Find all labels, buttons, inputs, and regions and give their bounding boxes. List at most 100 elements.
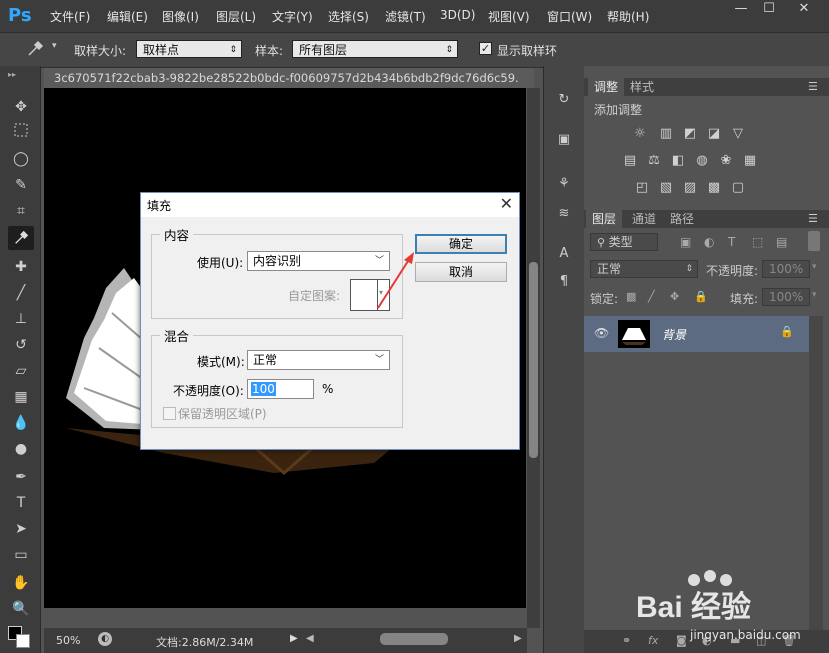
tab-paths[interactable]: 路径 xyxy=(664,210,700,228)
chevron-down-icon[interactable]: ▾ xyxy=(812,290,817,300)
maximize-button[interactable]: ☐ xyxy=(756,0,782,20)
menu-3d[interactable]: 3D(D) xyxy=(440,8,475,22)
curves-icon[interactable]: ◩ xyxy=(682,126,698,142)
exposure-icon[interactable]: ◪ xyxy=(706,126,722,142)
hand-tool-icon[interactable]: ✋ xyxy=(10,572,32,594)
move-tool-icon[interactable]: ✥ xyxy=(10,96,32,118)
dodge-tool-icon[interactable]: ● xyxy=(10,438,32,460)
invert-icon[interactable]: ◰ xyxy=(634,180,650,196)
posterize-icon[interactable]: ▧ xyxy=(658,180,674,196)
opacity-field[interactable]: 100% xyxy=(762,260,810,278)
eyedropper-tool-icon[interactable] xyxy=(8,226,34,250)
ok-button[interactable]: 确定 xyxy=(415,234,507,254)
opacity-input[interactable]: 100 xyxy=(247,379,314,399)
type-tool-icon[interactable]: T xyxy=(10,492,32,514)
link-layers-icon[interactable]: ⚭ xyxy=(622,634,631,647)
levels-icon[interactable]: ▥ xyxy=(658,126,674,142)
tool-preset-chevron-icon[interactable]: ▾ xyxy=(52,41,57,51)
eyedropper-tool-icon[interactable] xyxy=(26,40,44,58)
menu-type[interactable]: 文字(Y) xyxy=(272,8,313,25)
gradient-map-icon[interactable]: ▩ xyxy=(706,180,722,196)
filter-shape-icon[interactable]: ⬚ xyxy=(752,235,763,249)
hue-saturation-icon[interactable]: ▤ xyxy=(622,153,638,169)
filter-toggle[interactable] xyxy=(808,231,820,251)
status-options-icon[interactable]: ◐ xyxy=(98,632,112,646)
menu-edit[interactable]: 编辑(E) xyxy=(107,8,148,25)
menu-file[interactable]: 文件(F) xyxy=(50,8,90,25)
marquee-tool-icon[interactable] xyxy=(10,122,32,144)
tab-styles[interactable]: 样式 xyxy=(624,78,660,96)
filter-pixel-icon[interactable]: ▣ xyxy=(680,235,691,249)
brightness-contrast-icon[interactable]: ☼ xyxy=(632,126,648,142)
healing-brush-tool-icon[interactable]: ✚ xyxy=(10,256,32,278)
paragraph-panel-icon[interactable]: ¶ xyxy=(554,272,574,292)
zoom-level[interactable]: 50% xyxy=(56,634,80,647)
horizontal-scroll-thumb[interactable] xyxy=(380,633,448,645)
eraser-tool-icon[interactable]: ▱ xyxy=(10,360,32,382)
layer-row[interactable]: 👁 背景 🔒 xyxy=(584,316,809,352)
history-brush-tool-icon[interactable]: ↺ xyxy=(10,334,32,356)
filter-type-icon[interactable]: T xyxy=(728,235,735,249)
cancel-button[interactable]: 取消 xyxy=(415,262,507,282)
properties-panel-icon[interactable]: ▣ xyxy=(554,130,574,150)
tab-layers[interactable]: 图层 xyxy=(586,210,623,228)
brush-panel-icon[interactable]: ≋ xyxy=(554,204,574,224)
tab-channels[interactable]: 通道 xyxy=(626,210,662,228)
blend-mode-select[interactable]: 正常 ⇕ xyxy=(590,260,698,278)
clone-stamp-tool-icon[interactable]: ⊥ xyxy=(10,308,32,330)
lock-position-icon[interactable]: ✥ xyxy=(670,290,679,303)
background-color-swatch[interactable] xyxy=(16,634,30,648)
vertical-scroll-thumb[interactable] xyxy=(529,262,538,458)
tab-adjustments[interactable]: 调整 xyxy=(588,78,625,96)
shape-tool-icon[interactable]: ▭ xyxy=(10,544,32,566)
menu-view[interactable]: 视图(V) xyxy=(488,8,530,25)
history-panel-icon[interactable]: ↻ xyxy=(554,90,574,110)
crop-tool-icon[interactable]: ⌗ xyxy=(10,200,32,222)
black-white-icon[interactable]: ◧ xyxy=(670,153,686,169)
brush-tool-icon[interactable]: ╱ xyxy=(10,282,32,304)
lock-transparent-icon[interactable]: ▩ xyxy=(626,290,636,303)
vibrance-icon[interactable]: ▽ xyxy=(730,126,746,142)
close-icon[interactable]: ✕ xyxy=(500,194,513,213)
filter-adjustment-icon[interactable]: ◐ xyxy=(704,235,714,249)
fill-field[interactable]: 100% xyxy=(762,288,810,306)
panel-menu-icon[interactable]: ☰ xyxy=(808,80,818,93)
collapse-chevron-icon[interactable]: ▸▸ xyxy=(8,70,16,79)
zoom-tool-icon[interactable]: 🔍 xyxy=(10,598,32,620)
blur-tool-icon[interactable]: 💧 xyxy=(10,412,32,434)
menu-help[interactable]: 帮助(H) xyxy=(607,8,649,25)
minimize-button[interactable]: — xyxy=(728,0,754,20)
sample-select[interactable]: 所有图层 ⇕ xyxy=(292,40,458,58)
menu-window[interactable]: 窗口(W) xyxy=(547,8,592,25)
show-ring-checkbox[interactable]: ✓ xyxy=(479,42,492,55)
lasso-tool-icon[interactable]: ◯ xyxy=(10,148,32,170)
scroll-right-arrow-icon[interactable]: ▶ xyxy=(514,633,522,644)
character-panel-icon[interactable]: A xyxy=(554,244,574,264)
sample-size-select[interactable]: 取样点 ⇕ xyxy=(136,40,242,58)
quick-select-tool-icon[interactable]: ✎ xyxy=(10,174,32,196)
chevron-down-icon[interactable]: ▾ xyxy=(812,262,817,272)
channel-mixer-icon[interactable]: ❀ xyxy=(718,153,734,169)
document-tab[interactable]: 3c670571f22cbab3-9822be28522b0bdc-f00609… xyxy=(44,68,534,88)
filter-smart-object-icon[interactable]: ▤ xyxy=(776,235,787,249)
mode-select[interactable]: 正常 ﹀ xyxy=(247,350,390,370)
pen-tool-icon[interactable]: ✒ xyxy=(10,466,32,488)
menu-filter[interactable]: 滤镜(T) xyxy=(385,8,426,25)
lock-all-icon[interactable]: 🔒 xyxy=(694,290,708,303)
menu-select[interactable]: 选择(S) xyxy=(328,8,369,25)
color-balance-icon[interactable]: ⚖ xyxy=(646,153,662,169)
selective-color-icon[interactable]: ▢ xyxy=(730,180,746,196)
close-window-button[interactable]: ✕ xyxy=(786,0,822,20)
layer-filter-select[interactable]: ⚲ 类型 xyxy=(590,233,658,251)
menu-image[interactable]: 图像(I) xyxy=(162,8,199,25)
photo-filter-icon[interactable]: ◍ xyxy=(694,153,710,169)
gradient-tool-icon[interactable]: ▦ xyxy=(10,386,32,408)
threshold-icon[interactable]: ▨ xyxy=(682,180,698,196)
scroll-left-arrow-icon[interactable]: ◀ xyxy=(306,633,314,644)
use-select[interactable]: 内容识别 ﹀ xyxy=(247,251,390,271)
lock-image-icon[interactable]: ╱ xyxy=(648,290,655,303)
panel-menu-icon[interactable]: ☰ xyxy=(808,212,818,225)
brush-presets-icon[interactable]: ⚘ xyxy=(554,174,574,194)
visibility-eye-icon[interactable]: 👁 xyxy=(594,326,609,340)
preserve-transparency-checkbox[interactable] xyxy=(163,407,176,420)
